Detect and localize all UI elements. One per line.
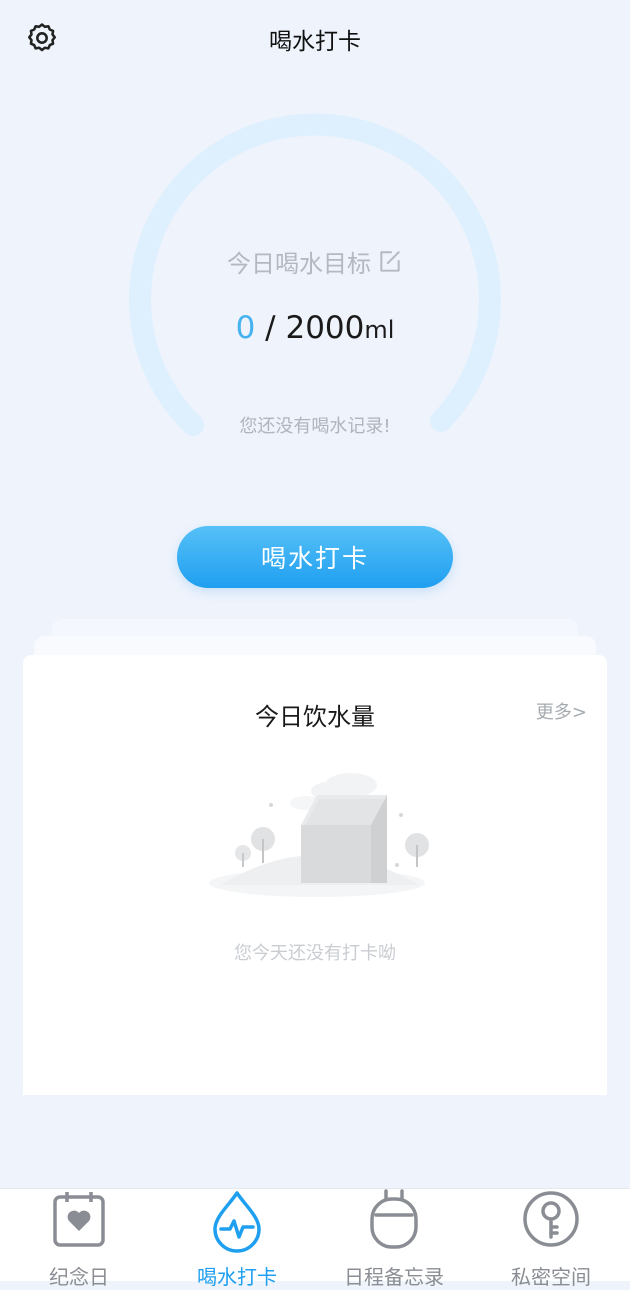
card-title: 今日饮水量 bbox=[255, 703, 375, 731]
current-intake: 0 bbox=[235, 310, 256, 346]
goal-row[interactable]: 今日喝水目标 bbox=[0, 244, 630, 279]
intake-unit: ml bbox=[364, 316, 395, 344]
tab-private-space[interactable]: 私密空间 bbox=[472, 1189, 630, 1289]
key-icon bbox=[523, 1191, 579, 1247]
bottom-tab-bar: 纪念日 喝水打卡 日程备忘录 私密空间 bbox=[0, 1188, 630, 1289]
no-record-message: 您还没有喝水记录! bbox=[239, 416, 391, 437]
goal-progress: 0 / 2000ml bbox=[0, 310, 630, 346]
tab-label: 纪念日 bbox=[49, 1265, 109, 1289]
tab-schedule-memo[interactable]: 日程备忘录 bbox=[315, 1189, 473, 1289]
progress-separator: / bbox=[255, 310, 286, 346]
goal-label: 今日喝水目标 bbox=[227, 250, 371, 278]
target-intake: 2000 bbox=[285, 310, 365, 346]
checkin-button[interactable]: 喝水打卡 bbox=[177, 526, 453, 588]
edit-icon[interactable] bbox=[377, 249, 403, 275]
tab-anniversary[interactable]: 纪念日 bbox=[0, 1189, 158, 1289]
tab-drink-water[interactable]: 喝水打卡 bbox=[158, 1189, 316, 1289]
empty-box-illustration bbox=[209, 773, 429, 897]
empty-state-message: 您今天还没有打卡呦 bbox=[234, 943, 396, 964]
tab-label: 喝水打卡 bbox=[197, 1265, 277, 1289]
alarm-clock-icon bbox=[370, 1189, 418, 1249]
tab-label: 日程备忘录 bbox=[344, 1265, 444, 1289]
water-drop-pulse-icon bbox=[213, 1191, 261, 1253]
calendar-heart-icon bbox=[53, 1192, 105, 1247]
more-link[interactable]: 更多> bbox=[536, 698, 587, 724]
today-intake-card: 今日饮水量 更多> 您今天还没有打卡呦 bbox=[23, 655, 607, 1095]
progress-ring bbox=[129, 113, 501, 436]
tab-label: 私密空间 bbox=[511, 1265, 591, 1289]
